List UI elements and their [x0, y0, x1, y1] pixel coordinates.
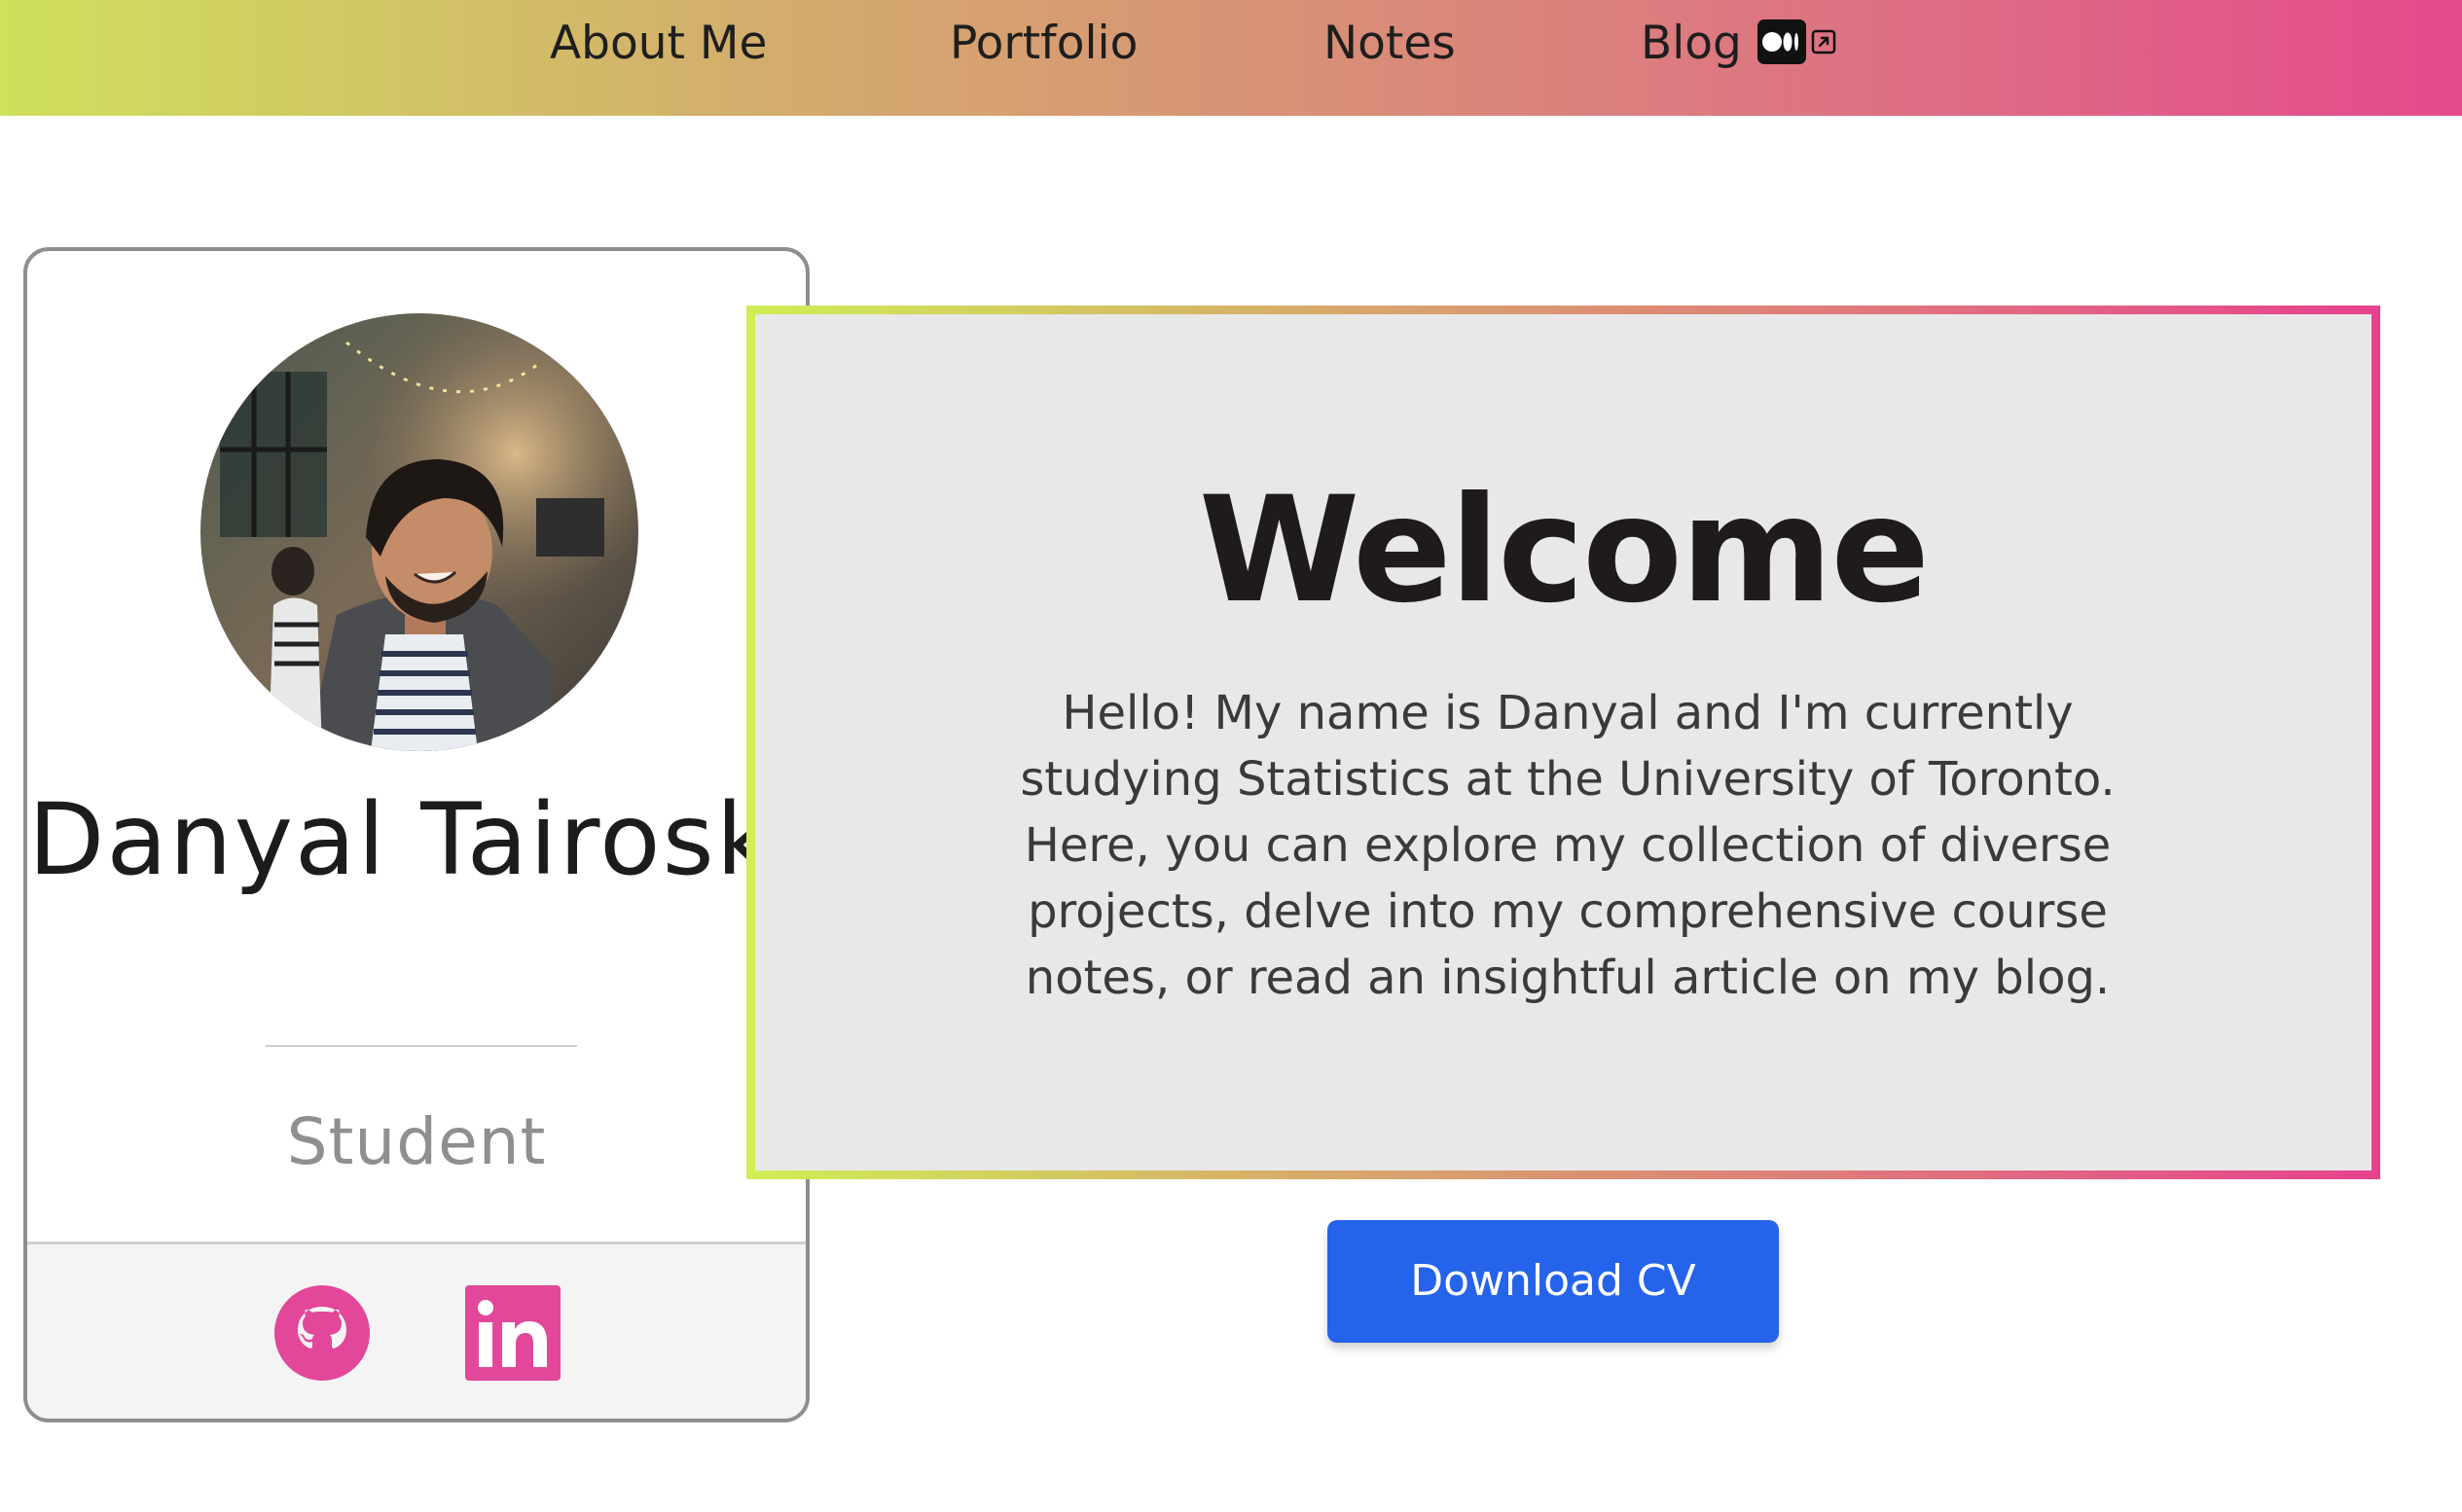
welcome-title: Welcome	[1198, 466, 1930, 635]
welcome-panel: Welcome Hello! My name is Danyal and I'm…	[746, 306, 2380, 1179]
medium-icon[interactable]	[1757, 19, 1806, 64]
nav-link-about-me[interactable]: About Me	[550, 12, 767, 76]
name-divider	[266, 1045, 577, 1047]
nav-link-blog[interactable]: Blog	[1641, 12, 1742, 76]
external-link-icon	[1811, 29, 1836, 54]
download-cv-button[interactable]: Download CV	[1327, 1220, 1779, 1343]
welcome-panel-inner: Welcome Hello! My name is Danyal and I'm…	[755, 314, 2371, 1170]
avatar	[200, 313, 638, 751]
linkedin-icon[interactable]	[465, 1285, 561, 1381]
profile-card: Danyal Tairoski Student	[23, 247, 810, 1422]
nav-link-portfolio[interactable]: Portfolio	[950, 12, 1138, 76]
welcome-text: Hello! My name is Danyal and I'm current…	[1020, 686, 2116, 1005]
nav-link-notes[interactable]: Notes	[1323, 12, 1456, 76]
github-icon[interactable]	[274, 1285, 370, 1381]
profile-role: Student	[286, 1104, 547, 1179]
top-navbar: About Me Portfolio Notes Blog	[0, 0, 2462, 116]
profile-name: Danyal Tairoski	[27, 782, 806, 898]
social-links-bar	[27, 1242, 806, 1419]
